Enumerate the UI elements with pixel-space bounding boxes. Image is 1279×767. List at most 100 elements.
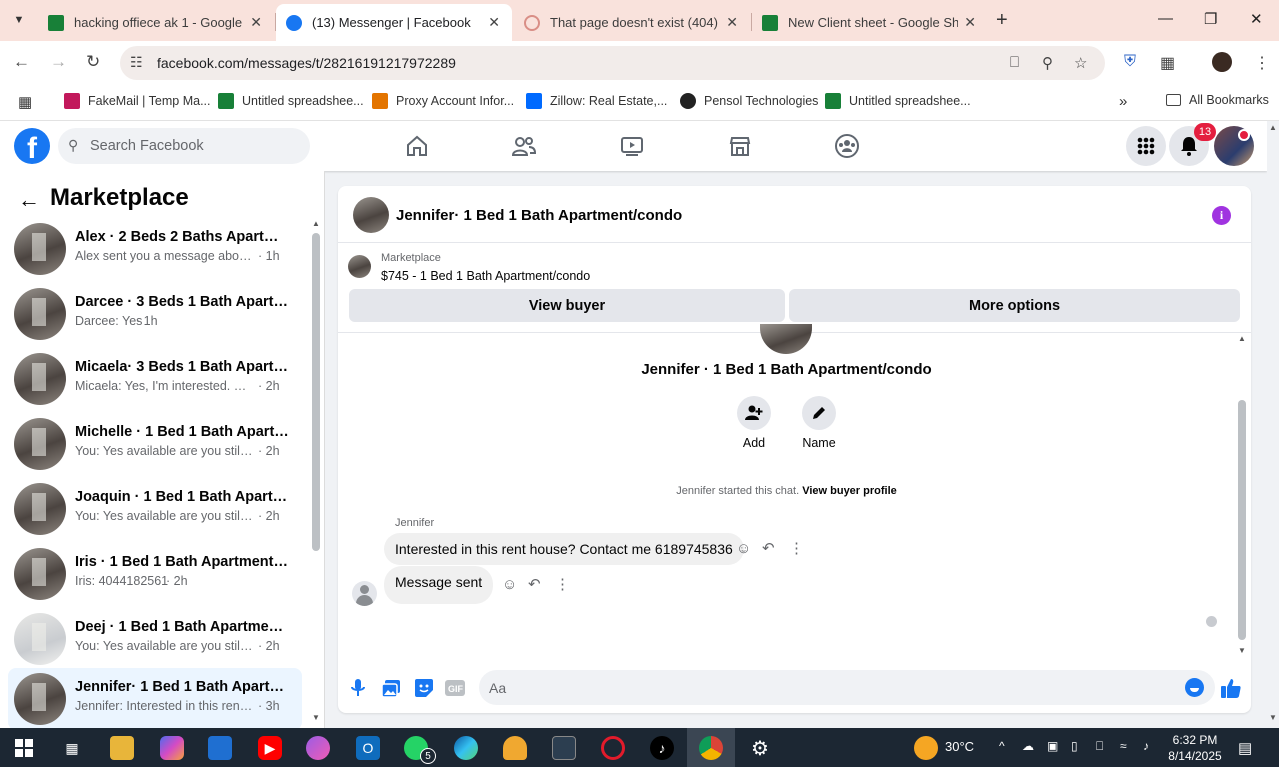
medal-app-icon[interactable] [503, 736, 527, 760]
nav-marketplace[interactable] [720, 131, 760, 161]
cloud-icon[interactable]: ☁ [1022, 739, 1034, 753]
reply-icon[interactable]: ↶ [528, 575, 541, 593]
show-hidden-icons-chevron-icon[interactable]: ^ [999, 739, 1005, 753]
chat-avatar[interactable] [353, 197, 389, 233]
reply-icon[interactable]: ↶ [762, 539, 775, 557]
conversation-item[interactable]: Micaela· 3 Beds 1 Bath Apartment/condo M… [8, 348, 302, 410]
page-scrollbar[interactable]: ▲ ▼ [1267, 121, 1279, 728]
tiktok-icon[interactable]: ♪ [650, 736, 674, 760]
scroll-up-arrow-icon[interactable]: ▲ [1238, 334, 1246, 343]
windows-start-icon[interactable] [12, 736, 36, 760]
scroll-up-arrow-icon[interactable]: ▲ [312, 219, 320, 228]
gif-icon[interactable]: GIF [444, 678, 466, 698]
bookmark-zillow[interactable]: Zillow: Real Estate,... [526, 93, 667, 109]
copilot-icon[interactable] [160, 736, 184, 760]
scroll-down-arrow-icon[interactable]: ▼ [312, 713, 320, 722]
tab-messenger[interactable]: (13) Messenger | Facebook ✕ [276, 4, 512, 41]
scroll-down-arrow-icon[interactable]: ▼ [1269, 713, 1277, 722]
speaker-icon[interactable]: ♪ [1143, 739, 1149, 753]
close-tab-icon[interactable]: ✕ [964, 14, 976, 31]
outlook-icon[interactable]: O [356, 736, 380, 760]
nav-groups[interactable] [827, 131, 867, 161]
view-buyer-profile-link[interactable]: View buyer profile [802, 485, 897, 497]
facebook-logo[interactable]: f [14, 128, 50, 164]
conversation-item[interactable]: Alex · 2 Beds 2 Baths Apartment/condo Al… [8, 218, 302, 280]
nav-friends[interactable] [504, 131, 544, 161]
microphone-icon[interactable] [347, 678, 369, 698]
device-icon[interactable]: ⎕ [1096, 739, 1103, 754]
forward-arrow-icon[interactable]: → [50, 52, 67, 72]
conversation-item[interactable]: Michelle · 1 Bed 1 Bath Apartment/condo … [8, 413, 302, 475]
wifi-icon[interactable]: ≈ [1120, 739, 1127, 753]
view-buyer-button[interactable]: View buyer [349, 289, 785, 322]
thread-scrollbar[interactable]: ▲ ▼ [1236, 334, 1248, 660]
conversation-item-selected[interactable]: Jennifer· 1 Bed 1 Bath Apartment/condo J… [8, 668, 302, 730]
tab-page-not-exist[interactable]: That page doesn't exist (404) - Facebook… [514, 4, 750, 41]
url-text[interactable]: facebook.com/messages/t/2821619121797228… [157, 55, 456, 71]
battery-icon[interactable]: ▯ [1071, 739, 1078, 753]
close-tab-icon[interactable]: ✕ [250, 14, 262, 31]
message-input-wrapper[interactable] [479, 670, 1215, 705]
react-emoji-icon[interactable]: ☺ [736, 540, 751, 557]
thumbs-up-icon[interactable] [1220, 678, 1242, 698]
bookmark-untitled-spreadsheet-2[interactable]: Untitled spreadshee... [825, 93, 971, 109]
message-bubble[interactable]: Message sent [384, 566, 494, 604]
system-clock[interactable]: 6:32 PM 8/14/2025 [1166, 732, 1224, 764]
microsoft-store-icon[interactable] [208, 736, 232, 760]
menu-button[interactable] [1126, 126, 1166, 166]
nav-video[interactable] [612, 131, 652, 161]
photo-icon[interactable] [380, 678, 402, 698]
conversation-item[interactable]: Darcee · 3 Beds 1 Bath Apartment/condo D… [8, 283, 302, 345]
conversation-item[interactable]: Joaquin · 1 Bed 1 Bath Apartment/condo Y… [8, 478, 302, 540]
edge-icon[interactable] [454, 736, 478, 760]
close-tab-icon[interactable]: ✕ [488, 14, 500, 31]
conversation-item[interactable]: Iris · 1 Bed 1 Bath Apartment/condo Iris… [8, 543, 302, 605]
settings-gear-icon[interactable]: ⚙ [748, 736, 772, 760]
back-arrow-icon[interactable]: ← [13, 52, 30, 72]
chrome-icon[interactable] [699, 736, 723, 760]
scroll-down-arrow-icon[interactable]: ▼ [1238, 646, 1246, 655]
search-box[interactable]: ⚲ [58, 128, 310, 164]
weather-sun-icon[interactable] [914, 736, 938, 760]
bookmark-proxy-account[interactable]: Proxy Account Infor... [372, 93, 514, 109]
message-input[interactable] [489, 670, 1169, 705]
reload-icon[interactable]: ↻ [86, 52, 100, 72]
message-bubble[interactable]: Interested in this rent house? Contact m… [384, 533, 744, 565]
nav-home[interactable] [397, 131, 437, 161]
listing-price[interactable]: $745 - 1 Bed 1 Bath Apartment/condo [381, 269, 590, 283]
react-emoji-icon[interactable]: ☺ [502, 576, 517, 593]
bookmark-star-icon[interactable]: ☆ [1074, 54, 1087, 72]
notification-center-icon[interactable]: ▤ [1238, 739, 1252, 757]
bookmark-pensol[interactable]: Pensol Technologies [680, 93, 818, 109]
info-icon[interactable]: i [1212, 206, 1231, 225]
app-icon[interactable] [552, 736, 576, 760]
search-input[interactable] [90, 128, 300, 164]
youtube-icon[interactable]: ▶ [258, 736, 282, 760]
shield-extension-icon[interactable]: ⛨ [1124, 53, 1136, 71]
more-bookmarks-chevron-icon[interactable]: » [1119, 93, 1127, 110]
file-explorer-icon[interactable] [110, 736, 134, 760]
chat-title[interactable]: Jennifer· 1 Bed 1 Bath Apartment/condo [396, 207, 682, 224]
extensions-puzzle-icon[interactable]: ▦ [1160, 53, 1175, 73]
more-dots-icon[interactable]: ⋮ [555, 575, 570, 593]
screen-capture-icon[interactable]: ▣ [1047, 739, 1058, 753]
minimize-icon[interactable]: — [1158, 10, 1173, 27]
scroll-up-arrow-icon[interactable]: ▲ [1269, 123, 1277, 132]
install-app-icon[interactable]: ⎕ [1010, 54, 1019, 71]
zoom-icon[interactable]: ⚲ [1042, 54, 1053, 72]
task-view-icon[interactable]: ▦ [60, 736, 84, 760]
name-button[interactable]: Name [789, 396, 849, 450]
sender-avatar[interactable] [352, 581, 377, 606]
tab-new-client-sheet[interactable]: New Client sheet - Google Sheets ✕ [752, 4, 988, 41]
scrollbar-thumb[interactable] [1238, 400, 1246, 640]
more-options-button[interactable]: More options [789, 289, 1240, 322]
bookmark-fakemail[interactable]: FakeMail | Temp Ma... [64, 93, 211, 109]
add-button[interactable]: Add [724, 396, 784, 450]
restore-icon[interactable]: ❐ [1204, 10, 1217, 28]
window-close-icon[interactable]: ✕ [1250, 10, 1263, 28]
more-dots-icon[interactable]: ⋮ [789, 539, 804, 557]
opera-icon[interactable] [601, 736, 625, 760]
app-icon[interactable] [306, 736, 330, 760]
tab-search-chevron-icon[interactable]: ▼ [6, 8, 32, 32]
chrome-menu-icon[interactable]: ⋮ [1254, 53, 1270, 73]
